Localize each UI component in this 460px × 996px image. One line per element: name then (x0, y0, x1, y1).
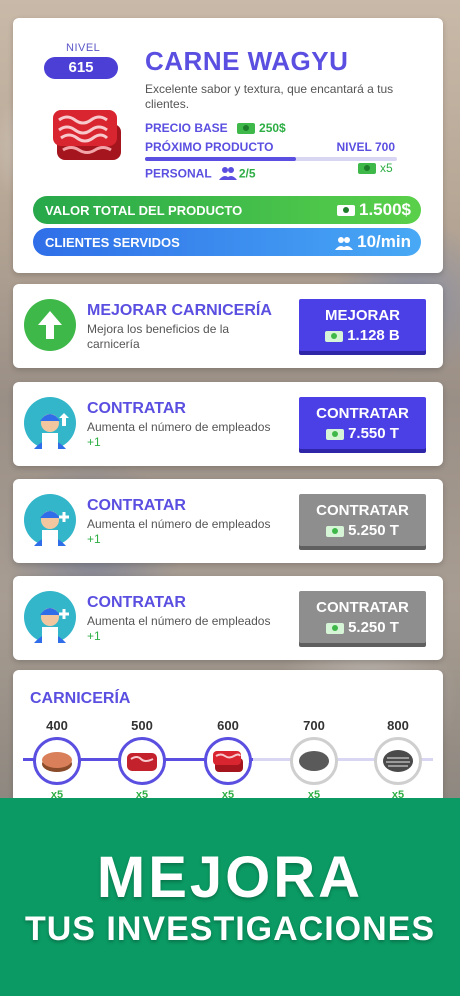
wagyu-meat-icon (49, 102, 129, 171)
action-description: Aumenta el número de empleados +1 (87, 517, 271, 546)
hire-card-1: CONTRATAR Aumenta el número de empleados… (13, 382, 443, 466)
hire-button[interactable]: CONTRATAR 5.250 T (299, 591, 426, 643)
meat-cut-icon (118, 737, 166, 785)
cash-icon (337, 205, 355, 217)
next-multiplier: x5 (380, 161, 393, 175)
timeline-node-600[interactable]: 600 x5 (201, 718, 255, 801)
action-title: CONTRATAR (87, 400, 186, 417)
wagyu-icon (204, 737, 252, 785)
cash-icon (358, 163, 376, 175)
timeline-node-800[interactable]: 800 x5 (371, 718, 425, 801)
total-value-amount: 1.500$ (337, 200, 411, 220)
base-price-label: PRECIO BASE (145, 121, 228, 135)
next-product-progress-fill (145, 157, 297, 161)
locked-meat-icon (290, 737, 338, 785)
button-price: 7.550 T (299, 425, 426, 442)
base-price-row: PRECIO BASE 250$ (145, 121, 286, 135)
timeline-node-400[interactable]: 400 x5 (30, 718, 84, 801)
timeline-node-500[interactable]: 500 x5 (115, 718, 169, 801)
action-description: Mejora los beneficios de la carnicería (87, 322, 230, 351)
next-multiplier-row: x5 (358, 161, 393, 175)
action-title: CONTRATAR (87, 594, 186, 611)
total-value-label: VALOR TOTAL DEL PRODUCTO (45, 203, 243, 218)
product-description: Excelente sabor y textura, que encantará… (145, 82, 394, 111)
clients-served-value: 10/min (335, 232, 411, 252)
staff-value: 2/5 (238, 166, 256, 181)
banner-subtitle: TUS INVESTIGACIONES (24, 910, 436, 948)
people-icon (335, 236, 354, 250)
upgrade-button[interactable]: MEJORAR 1.128 B (299, 299, 426, 351)
timeline-node-700[interactable]: 700 x5 (287, 718, 341, 801)
button-label: CONTRATAR (316, 599, 409, 616)
level-label: NIVEL (66, 42, 101, 54)
hire-button[interactable]: CONTRATAR 7.550 T (299, 397, 426, 449)
cash-icon (326, 525, 345, 537)
hire-button[interactable]: CONTRATAR 5.250 T (299, 494, 426, 546)
action-title: CONTRATAR (87, 497, 186, 514)
button-label: MEJORAR (324, 307, 400, 324)
total-value-bar: VALOR TOTAL DEL PRODUCTO 1.500$ (33, 196, 421, 224)
product-card: NIVEL 615 CARNE WAGYU Excelente sabor y … (13, 18, 443, 273)
action-description: Aumenta el número de empleados +1 (87, 614, 271, 643)
next-product-label: PRÓXIMO PRODUCTO (145, 140, 274, 154)
action-title: MEJORAR CARNICERÍA (87, 302, 272, 319)
hire-card-2: CONTRATAR Aumenta el número de empleados… (13, 479, 443, 563)
upgrade-butchery-card: MEJORAR CARNICERÍA Mejora los beneficios… (13, 284, 443, 368)
clients-served-bar: CLIENTES SERVIDOS 10/min (33, 228, 421, 256)
worker-upgrade-icon (24, 397, 76, 449)
staff-label: PERSONAL (145, 166, 212, 181)
banner-title: MEJORA (96, 845, 364, 910)
cash-icon (237, 123, 256, 135)
arrow-up-icon (24, 299, 76, 351)
button-label: CONTRATAR (316, 502, 409, 519)
next-product-level: NIVEL 700 (336, 140, 395, 154)
hire-card-3: CONTRATAR Aumenta el número de empleados… (13, 576, 443, 660)
level-badge: 615 (44, 57, 118, 79)
people-icon (218, 166, 237, 183)
base-price-value: 250$ (259, 121, 286, 135)
cash-icon (325, 330, 344, 342)
button-label: CONTRATAR (316, 405, 409, 422)
butchery-title: CARNICERÍA (30, 690, 131, 707)
button-price: 1.128 B (299, 327, 426, 344)
action-description: Aumenta el número de empleados +1 (87, 420, 271, 449)
cash-icon (326, 428, 345, 440)
worker-add-icon (24, 494, 76, 546)
button-price: 5.250 T (299, 619, 426, 636)
cash-icon (326, 622, 345, 634)
promo-banner: MEJORA TUS INVESTIGACIONES (0, 798, 460, 996)
locked-meat-icon (374, 737, 422, 785)
steak-icon (33, 737, 81, 785)
product-title: CARNE WAGYU (145, 46, 349, 76)
worker-add-icon (24, 591, 76, 643)
clients-served-label: CLIENTES SERVIDOS (45, 235, 180, 250)
button-price: 5.250 T (299, 522, 426, 539)
staff-row: PERSONAL 2/5 (145, 166, 256, 183)
